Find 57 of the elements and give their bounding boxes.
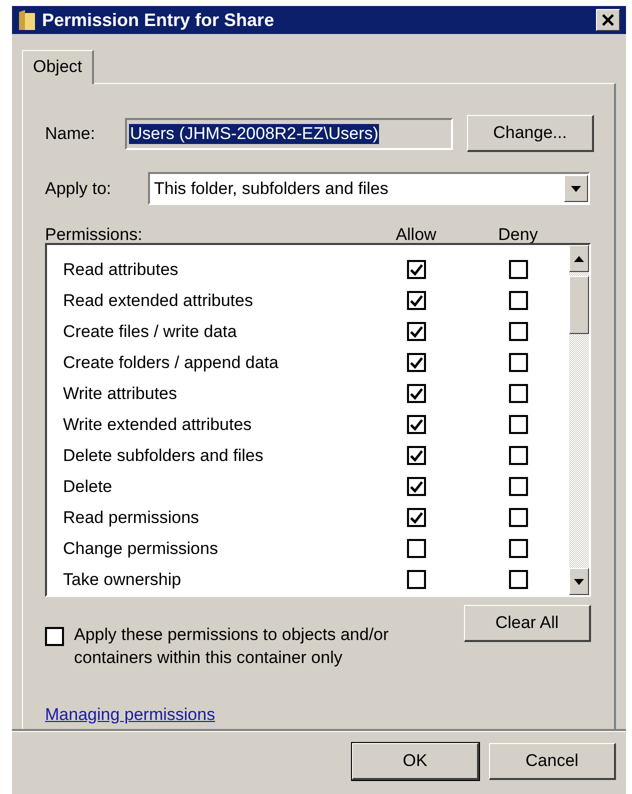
- deny-checkbox[interactable]: [508, 415, 528, 434]
- window-title: Permission Entry for Share: [42, 10, 276, 30]
- close-button[interactable]: [596, 9, 620, 31]
- folder-icon: [18, 9, 36, 31]
- scroll-thumb[interactable]: [569, 276, 589, 334]
- tab[interactable]: Object: [22, 50, 94, 84]
- permission-name: Read extended attributes: [62, 290, 254, 310]
- allow-checkbox[interactable]: [406, 477, 426, 496]
- deny-checkbox[interactable]: [508, 384, 528, 403]
- permission-name: Change permissions: [62, 538, 219, 558]
- scroll-down-icon[interactable]: [574, 578, 584, 584]
- managing-permissions-link[interactable]: Managing permissions: [45, 705, 216, 725]
- permission-name: Write attributes: [62, 384, 178, 404]
- deny-checkbox[interactable]: [508, 322, 528, 341]
- deny-checkbox[interactable]: [508, 508, 528, 527]
- permissions-label: Permissions:: [45, 225, 144, 243]
- ok-button[interactable]: OK: [352, 743, 479, 780]
- deny-checkbox[interactable]: [508, 260, 528, 279]
- column-header: Allow: [394, 225, 438, 243]
- permission-name: Create files / write data: [62, 322, 238, 342]
- allow-checkbox[interactable]: [406, 570, 426, 589]
- permission-name: Read permissions: [62, 508, 200, 528]
- allow-checkbox[interactable]: [406, 508, 426, 527]
- allow-checkbox[interactable]: [406, 384, 426, 403]
- deny-checkbox[interactable]: [508, 291, 528, 310]
- permission-name: Read attributes: [62, 260, 180, 280]
- apply-only-label: Apply these permissions to objects and/or containers within this container only: [74, 624, 390, 669]
- deny-checkbox[interactable]: [508, 539, 528, 558]
- allow-checkbox[interactable]: [406, 539, 426, 558]
- permission-name: Create folders / append data: [62, 352, 280, 372]
- name-field[interactable]: Users (JHMS-2008R2-EZ\Users): [125, 118, 453, 150]
- permission-name: Delete: [62, 476, 114, 496]
- deny-checkbox[interactable]: [508, 477, 528, 496]
- allow-checkbox[interactable]: [406, 322, 426, 341]
- permission-name: Write extended attributes: [62, 414, 253, 434]
- dropdown-arrow-icon: [571, 186, 581, 192]
- apply-to-label: Apply to:: [45, 178, 112, 198]
- clear-all-button[interactable]: Clear All: [464, 605, 591, 642]
- column-header: Deny: [497, 225, 539, 243]
- scrollbar[interactable]: [569, 245, 589, 595]
- scroll-up-icon[interactable]: [574, 256, 584, 262]
- allow-checkbox[interactable]: [406, 353, 426, 372]
- allow-checkbox[interactable]: [406, 260, 426, 279]
- deny-checkbox[interactable]: [508, 446, 528, 465]
- apply-to-dropdown[interactable]: This folder, subfolders and files: [148, 172, 590, 205]
- allow-checkbox[interactable]: [406, 291, 426, 310]
- change-button[interactable]: Change...: [467, 115, 594, 152]
- permission-name: Delete subfolders and files: [62, 446, 264, 466]
- name-label: Name:: [45, 124, 96, 144]
- permission-name: Take ownership: [62, 570, 182, 590]
- cancel-button[interactable]: Cancel: [489, 743, 616, 780]
- allow-checkbox[interactable]: [406, 415, 426, 434]
- allow-checkbox[interactable]: [406, 446, 426, 465]
- deny-checkbox[interactable]: [508, 353, 528, 372]
- deny-checkbox[interactable]: [508, 570, 528, 589]
- apply-only-checkbox[interactable]: [45, 627, 64, 646]
- close-icon: [601, 14, 615, 26]
